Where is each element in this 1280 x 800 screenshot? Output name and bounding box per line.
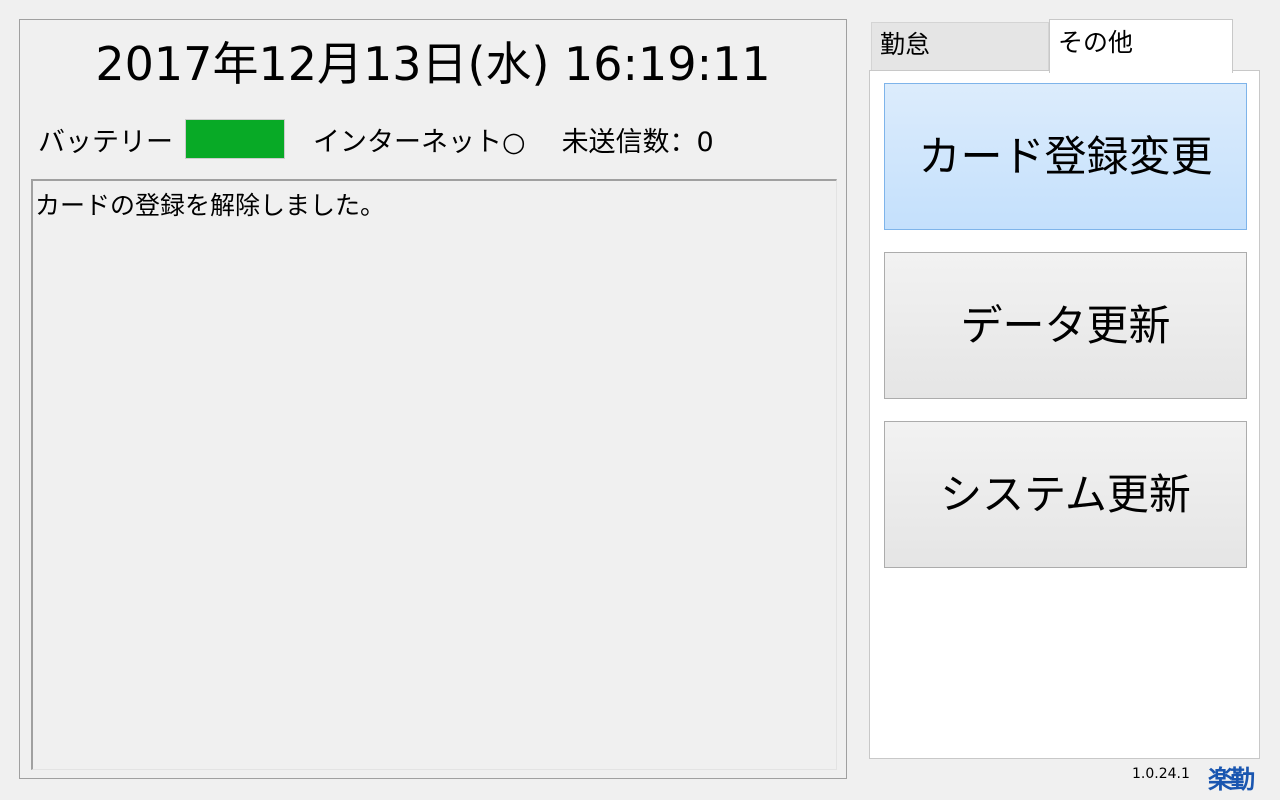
card-registration-change-button[interactable]: カード登録変更: [884, 83, 1247, 230]
battery-indicator: [185, 119, 285, 159]
data-update-button[interactable]: データ更新: [884, 252, 1247, 399]
app-logo: 楽勤: [1208, 765, 1255, 794]
datetime-display: 2017年12月13日(水) 16:19:11: [95, 37, 771, 91]
unsent-count: 未送信数：0: [561, 126, 714, 158]
internet-status: インターネット○: [313, 126, 526, 158]
system-update-button[interactable]: システム更新: [884, 421, 1247, 568]
battery-label: バッテリー: [38, 126, 173, 158]
main-panel: 2017年12月13日(水) 16:19:11 バッテリー インターネット○ 未…: [19, 19, 847, 779]
status-bar: バッテリー インターネット○ 未送信数：0: [38, 118, 714, 160]
tab-other[interactable]: その他: [1049, 19, 1233, 73]
message-line: カードの登録を解除しました。: [35, 191, 386, 220]
message-log[interactable]: カードの登録を解除しました。: [31, 179, 837, 770]
tab-attendance[interactable]: 勤怠: [871, 22, 1049, 71]
version-label: 1.0.24.1: [1132, 766, 1190, 782]
